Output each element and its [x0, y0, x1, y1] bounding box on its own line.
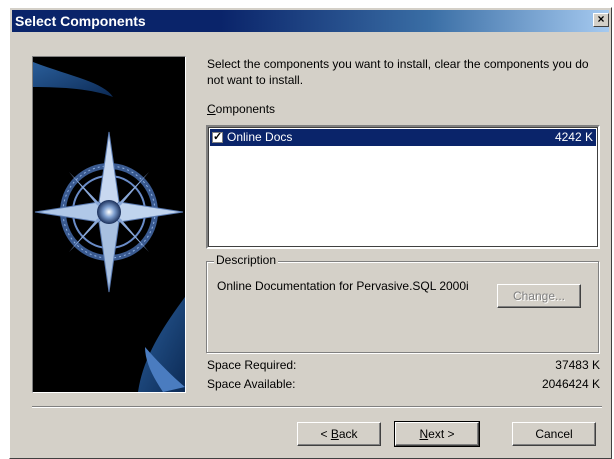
space-required-row: Space Required: 37483 K	[207, 358, 600, 374]
list-item[interactable]: ✓ Online Docs 4242 K	[210, 129, 596, 146]
space-available-label: Space Available:	[207, 377, 296, 391]
space-required-value: 37483 K	[555, 358, 600, 372]
description-group: Description Online Documentation for Per…	[206, 253, 599, 353]
change-button[interactable]: Change...	[497, 284, 581, 308]
close-icon: ×	[597, 12, 605, 26]
component-size: 4242 K	[554, 130, 593, 144]
window-title: Select Components	[15, 13, 146, 29]
separator	[32, 406, 602, 408]
description-text: Online Documentation for Pervasive.SQL 2…	[217, 279, 469, 293]
next-button[interactable]: Next >	[394, 421, 480, 447]
next-rest: ext >	[428, 427, 455, 441]
title-bar[interactable]: Select Components ×	[12, 10, 609, 32]
intro-text: Select the components you want to instal…	[207, 57, 589, 87]
space-required-label: Space Required:	[207, 358, 297, 372]
back-rest: ack	[338, 427, 358, 441]
components-label: Components	[207, 102, 275, 116]
components-label-hotkey: C	[207, 102, 216, 116]
checkbox[interactable]: ✓	[212, 132, 223, 143]
back-prefix: <	[320, 427, 331, 441]
compass-star-graphic	[33, 62, 185, 392]
select-components-dialog: Select Components × Select the component…	[9, 7, 612, 459]
check-icon: ✓	[213, 131, 223, 143]
back-button[interactable]: < Back	[297, 422, 381, 446]
banner-graphic	[32, 56, 186, 393]
close-button[interactable]: ×	[593, 13, 609, 27]
component-name: Online Docs	[227, 130, 293, 144]
next-hotkey: N	[419, 427, 429, 441]
description-legend: Description	[214, 253, 279, 267]
components-listbox[interactable]: ✓ Online Docs 4242 K	[206, 125, 600, 249]
cancel-button[interactable]: Cancel	[512, 422, 596, 446]
space-available-row: Space Available: 2046424 K	[207, 377, 600, 393]
space-available-value: 2046424 K	[541, 377, 600, 391]
back-hotkey: B	[330, 427, 339, 441]
components-label-rest: omponents	[215, 102, 276, 116]
